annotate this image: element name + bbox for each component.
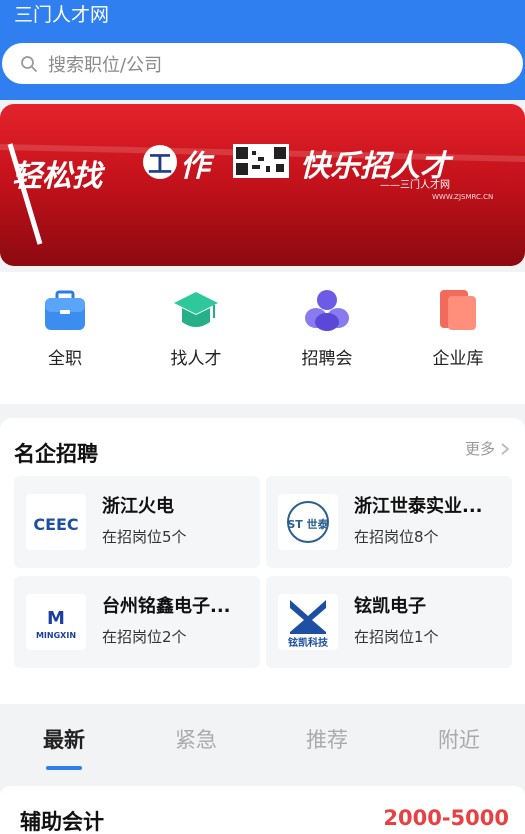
promo-banner[interactable]: 轻松找 工 作 快乐招人才 ——三门人才网 WWW.ZJSMRC.CN [0,104,525,266]
company-logo-xuankai: 铉凯科技 [278,594,338,650]
company-card[interactable]: CEEC 浙江火电 在招岗位5个 [14,476,260,568]
company-name: 铉凯电子 [354,596,426,617]
banner-url: WWW.ZJSMRC.CN [432,193,493,201]
quick-nav-label: 全职 [48,349,82,369]
building-cards-icon [440,290,476,330]
section-title: 名企招聘 [14,442,98,466]
quick-nav-label: 企业库 [432,349,484,369]
svg-text:ST 世泰: ST 世泰 [287,517,329,531]
company-job-count: 在招岗位1个 [354,628,439,646]
company-job-count: 在招岗位5个 [102,528,187,546]
banner-left-text-2: 作 [180,149,215,184]
company-job-count: 在招岗位2个 [102,628,187,646]
more-link[interactable]: 更多 [465,438,511,459]
company-logo-mingxin: M MINGXIN [26,594,86,650]
svg-text:M: M [47,608,65,629]
company-logo-shitai: ST 世泰 [278,494,338,550]
app-header: 三门人才网 搜索职位/公司 [0,0,525,100]
tab-nearby[interactable]: 附近 [419,724,499,754]
search-icon [21,55,37,72]
company-name: 台州铭鑫电子... [102,596,231,617]
job-salary: 2000-5000 [383,806,509,830]
chevron-right-icon [501,442,510,455]
qr-code [233,144,289,178]
search-input[interactable]: 搜索职位/公司 [2,43,523,84]
graduation-cap-icon [174,292,218,327]
svg-text:CEEC: CEEC [33,515,78,534]
company-job-count: 在招岗位8个 [354,528,439,546]
company-name: 浙江世泰实业... [354,496,483,517]
search-placeholder: 搜索职位/公司 [48,54,163,76]
quick-nav-label: 找人才 [170,349,222,369]
quick-nav-jobfair[interactable]: 招聘会 [272,286,382,376]
company-logo-ceec: CEEC [26,494,86,550]
job-list-item[interactable]: 辅助会计 2000-5000 [0,786,525,834]
famous-companies-section: 名企招聘 更多 CEEC 浙江火电 在招岗位5个 ST 世泰 浙江世泰实业...… [0,418,525,704]
briefcase-icon [45,290,85,330]
svg-text:铉凯科技: 铉凯科技 [288,636,329,649]
banner-right-text: 快乐招人才 [300,149,454,184]
job-tabs: 最新 紧急 推荐 附近 [0,704,525,782]
quick-nav: 全职 找人才 招聘会 企业库 [0,272,525,404]
company-card[interactable]: 铉凯科技 铉凯电子 在招岗位1个 [266,576,512,668]
tab-latest[interactable]: 最新 [24,724,104,754]
quick-nav-fulltime[interactable]: 全职 [10,286,120,376]
quick-nav-talent[interactable]: 找人才 [141,286,251,376]
job-title: 辅助会计 [20,810,104,834]
tab-urgent[interactable]: 紧急 [156,724,236,754]
quick-nav-company-library[interactable]: 企业库 [403,286,513,376]
company-card[interactable]: ST 世泰 浙江世泰实业... 在招岗位8个 [266,476,512,568]
company-card[interactable]: M MINGXIN 台州铭鑫电子... 在招岗位2个 [14,576,260,668]
company-name: 浙江火电 [102,496,174,517]
banner-caption: ——三门人才网 [380,178,450,191]
app-title: 三门人才网 [14,4,110,26]
banner-circle-char: 工 [148,150,172,178]
quick-nav-label: 招聘会 [301,349,353,369]
tab-active-indicator [46,766,82,770]
more-label: 更多 [464,440,495,458]
banner-left-text: 轻松找 [12,159,106,194]
banner-graphic: 轻松找 工 作 快乐招人才 ——三门人才网 WWW.ZJSMRC.CN [0,143,525,245]
tab-recommended[interactable]: 推荐 [287,724,367,754]
people-group-icon [305,290,349,331]
svg-text:MINGXIN: MINGXIN [36,631,76,640]
